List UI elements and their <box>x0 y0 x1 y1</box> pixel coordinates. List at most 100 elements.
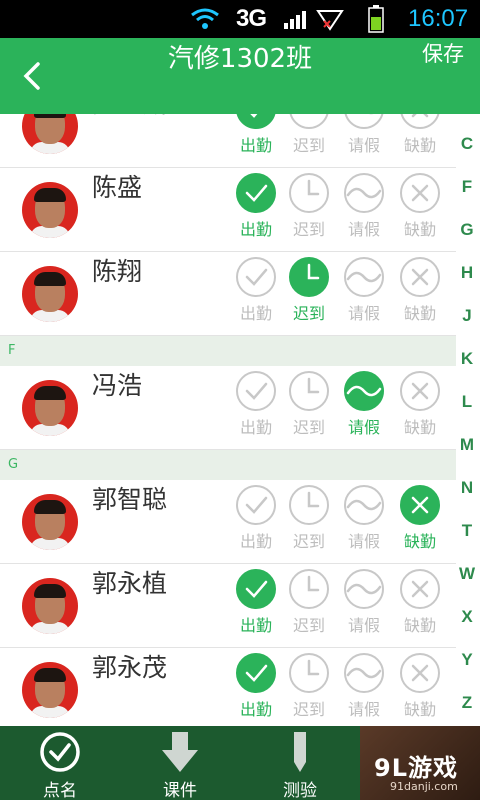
wave-icon <box>344 485 384 525</box>
attendance-option-2[interactable]: 请假 <box>338 168 390 252</box>
student-row: 陈盛出勤 迟到 请假 缺勤 <box>0 168 456 252</box>
attendance-option-0[interactable]: 出勤 <box>230 168 282 252</box>
attendance-label: 迟到 <box>292 418 325 437</box>
attendance-option-3[interactable]: 缺勤 <box>394 252 446 336</box>
avatar <box>22 380 78 436</box>
check-circle-icon <box>236 371 276 411</box>
student-name: 陈少威 <box>92 114 167 168</box>
attendance-option-2[interactable]: 请假 <box>338 564 390 648</box>
attendance-label: 迟到 <box>292 700 325 719</box>
attendance-option-2[interactable]: 请假 <box>338 648 390 726</box>
attendance-option-3[interactable]: 缺勤 <box>394 480 446 564</box>
page-title: 汽修1302班 <box>167 44 313 74</box>
student-row: 冯浩 出勤 迟到 请假 缺勤 <box>0 366 456 450</box>
attendance-option-2[interactable]: 请假 <box>338 366 390 450</box>
attendance-option-0[interactable]: 出勤 <box>230 252 282 336</box>
watermark-url: 91danji.com <box>390 780 458 793</box>
nav-item-quiz[interactable]: 测验 <box>240 726 360 800</box>
attendance-option-0[interactable]: 出勤 <box>230 366 282 450</box>
attendance-option-0[interactable]: 出勤 <box>230 480 282 564</box>
attendance-label: 出勤 <box>239 418 272 437</box>
signal-icon <box>282 0 312 38</box>
attendance-label: 缺勤 <box>403 220 436 239</box>
clock-icon <box>289 114 329 129</box>
wave-icon <box>344 257 384 297</box>
attendance-option-2[interactable]: 请假 <box>338 252 390 336</box>
index-letter[interactable]: W <box>454 564 480 607</box>
attendance-label: 迟到 <box>292 616 325 635</box>
clock-icon <box>289 257 329 297</box>
x-circle-icon <box>400 569 440 609</box>
index-letter[interactable]: X <box>454 607 480 650</box>
student-name: 陈翔 <box>92 257 143 286</box>
attendance-option-3[interactable]: 缺勤 <box>394 648 446 726</box>
section-header: G <box>0 450 456 480</box>
index-letter[interactable]: G <box>454 220 480 263</box>
title-bar: 汽修1302班 保存 <box>0 38 480 114</box>
attendance-label: 出勤 <box>239 532 272 551</box>
student-name: 陈盛 <box>92 173 143 202</box>
index-letter[interactable]: F <box>454 177 480 220</box>
battery-icon <box>368 0 390 38</box>
wave-icon <box>344 653 384 693</box>
attendance-option-3[interactable]: 缺勤 <box>394 564 446 648</box>
check-circle-icon <box>236 485 276 525</box>
attendance-option-1[interactable]: 迟到 <box>283 564 335 648</box>
attendance-option-2[interactable]: 请假 <box>338 480 390 564</box>
clock-icon <box>289 485 329 525</box>
index-letter[interactable]: L <box>454 392 480 435</box>
attendance-option-0[interactable]: 出勤 <box>230 564 282 648</box>
index-letter[interactable]: N <box>454 478 480 521</box>
index-letter[interactable]: M <box>454 435 480 478</box>
nav-label: 课件 <box>163 781 197 800</box>
attendance-label: 请假 <box>347 304 380 323</box>
nav-item-rollcall[interactable]: 点名 <box>0 726 120 800</box>
attendance-option-2[interactable]: 请假 <box>338 114 390 168</box>
save-button[interactable]: 保存 <box>422 38 464 114</box>
attendance-option-1[interactable]: 迟到 <box>283 114 335 168</box>
attendance-option-0[interactable]: 出勤 <box>230 648 282 726</box>
avatar <box>22 114 78 154</box>
attendance-label: 迟到 <box>292 136 325 155</box>
index-letter[interactable]: C <box>454 134 480 177</box>
clock: 16:07 <box>408 5 469 32</box>
index-letter[interactable]: K <box>454 349 480 392</box>
avatar <box>22 182 78 238</box>
student-name: 郭永茂 <box>92 653 168 682</box>
status-bar: 3G 16:07 <box>0 0 480 38</box>
attendance-label: 出勤 <box>239 220 272 239</box>
attendance-option-1[interactable]: 迟到 <box>283 252 335 336</box>
attendance-label: 请假 <box>347 220 380 239</box>
attendance-option-1[interactable]: 迟到 <box>283 168 335 252</box>
network-type: 3G <box>236 5 267 32</box>
attendance-option-1[interactable]: 迟到 <box>283 648 335 726</box>
section-header: F <box>0 336 456 366</box>
attendance-label: 请假 <box>347 418 380 437</box>
attendance-label: 缺勤 <box>403 616 436 635</box>
index-letter[interactable]: J <box>454 306 480 349</box>
index-letter[interactable]: T <box>454 521 480 564</box>
attendance-option-3[interactable]: 缺勤 <box>394 366 446 450</box>
index-letter[interactable]: H <box>454 263 480 306</box>
attendance-label: 请假 <box>347 532 380 551</box>
nav-item-courseware[interactable]: 课件 <box>120 726 240 800</box>
attendance-option-1[interactable]: 迟到 <box>283 480 335 564</box>
attendance-label: 出勤 <box>239 136 272 155</box>
alphabet-index[interactable]: CFGHJKLMNTWXYZ <box>454 134 480 736</box>
wave-icon <box>344 114 384 129</box>
attendance-option-0[interactable]: 出勤 <box>230 114 282 168</box>
attendance-option-3[interactable]: 缺勤 <box>394 168 446 252</box>
nav-label: 测验 <box>283 781 317 800</box>
checkmark-circle-icon <box>40 732 80 772</box>
watermark-logo: 9L游戏 <box>374 754 458 782</box>
wave-icon <box>344 173 384 213</box>
student-row: 陈翔 出勤 迟到 请假 缺勤 <box>0 252 456 336</box>
attendance-option-1[interactable]: 迟到 <box>283 366 335 450</box>
check-circle-icon <box>236 114 276 129</box>
wave-icon <box>344 371 384 411</box>
attendance-label: 缺勤 <box>403 532 436 551</box>
attendance-option-3[interactable]: 缺勤 <box>394 114 446 168</box>
x-circle-icon <box>400 653 440 693</box>
student-list[interactable]: 陈少威出勤迟到请假缺勤陈盛出勤迟到请假缺勤陈翔出勤迟到请假缺勤F冯浩出勤迟到请假… <box>0 114 480 726</box>
index-letter[interactable]: Y <box>454 650 480 693</box>
